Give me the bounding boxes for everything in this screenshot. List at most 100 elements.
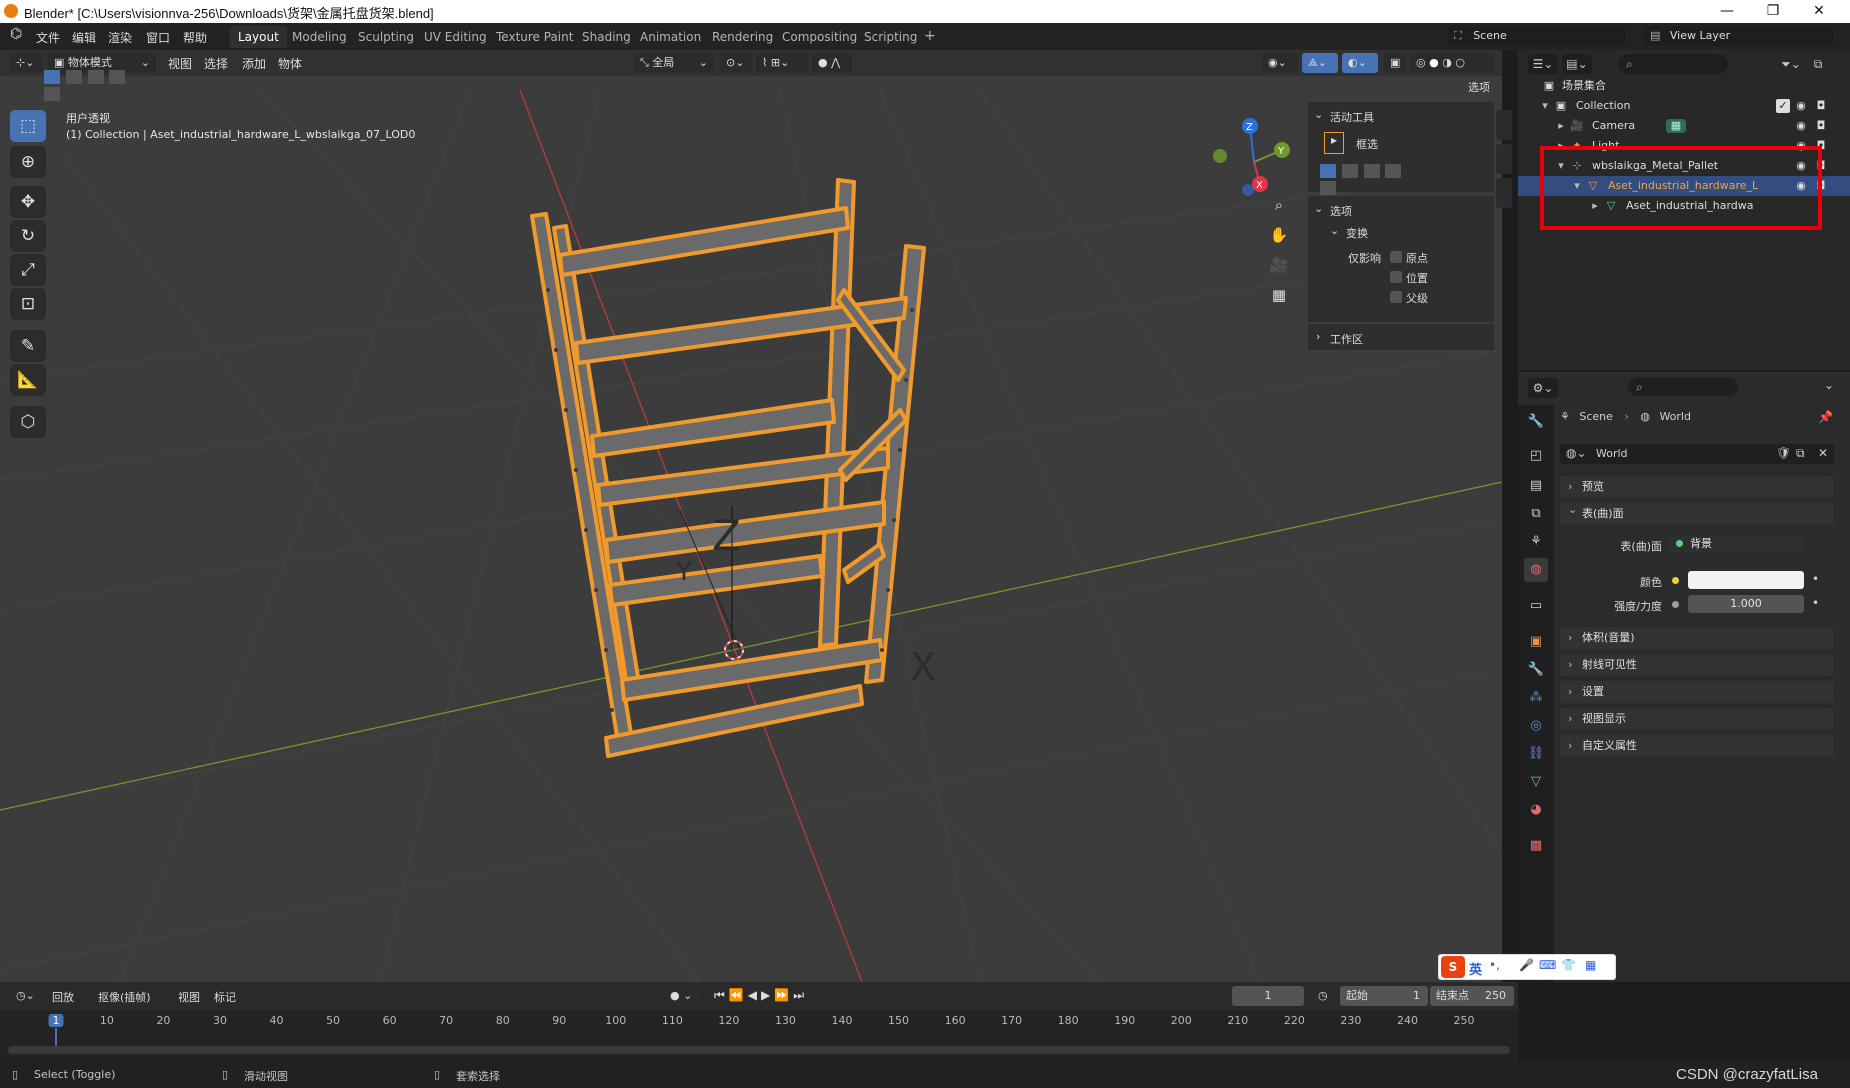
ime-toolbar[interactable]: S 英 •, 🎤 ⌨ 👕 ▦ bbox=[1438, 954, 1616, 980]
render-tab-icon[interactable]: ◰ bbox=[1524, 444, 1548, 468]
world-datablock-selector[interactable]: ◍⌄ World 🛡 ⧉ ✕ bbox=[1560, 444, 1834, 464]
shading-mode-buttons[interactable]: ◎ ● ◑ ○ bbox=[1410, 53, 1494, 73]
menu-help[interactable]: 帮助 bbox=[183, 29, 207, 46]
outliner-search-input[interactable]: ⌕ bbox=[1618, 54, 1728, 74]
chevron-down-icon[interactable]: ⌄ bbox=[1330, 224, 1339, 237]
xray-toggle-icon[interactable]: ▣ bbox=[1384, 53, 1406, 73]
gizmo-neg-y-icon[interactable] bbox=[1213, 149, 1227, 163]
options-title[interactable]: 选项 bbox=[1330, 203, 1352, 219]
keyframe-dot-icon[interactable]: • bbox=[1812, 596, 1819, 610]
outliner-row-camera[interactable]: ▸ 🎥 Camera ▦ ◉ ◘ bbox=[1518, 116, 1850, 136]
tool-settings-tab-icon[interactable]: 🔧 bbox=[1524, 410, 1548, 434]
select-box-icon[interactable]: ▸ bbox=[1324, 132, 1344, 154]
mode-subtract-icon[interactable] bbox=[1363, 164, 1380, 178]
texture-tab-icon[interactable]: ▩ bbox=[1524, 834, 1548, 858]
chevron-down-icon[interactable]: ▾ bbox=[1538, 99, 1552, 113]
chevron-down-icon[interactable]: ⌄ bbox=[1314, 108, 1323, 121]
tab-item[interactable] bbox=[1496, 110, 1512, 140]
zoom-icon[interactable]: ⌕ bbox=[1264, 192, 1294, 218]
menu-file[interactable]: 文件 bbox=[36, 29, 60, 46]
add-workspace-button[interactable]: + bbox=[916, 26, 944, 48]
wireframe-shading-icon[interactable]: ◎ bbox=[1416, 56, 1426, 69]
outliner-editor-type-icon[interactable]: ☰⌄ bbox=[1528, 54, 1558, 74]
editor-type-icon[interactable]: ⊹⌄ bbox=[10, 53, 42, 73]
tab-layout[interactable]: Layout bbox=[230, 26, 287, 48]
scale-tool-icon[interactable]: ⤢ bbox=[10, 254, 46, 286]
add-cube-tool-icon[interactable]: ⬡ bbox=[10, 406, 46, 438]
keyframe-dot-icon[interactable]: • bbox=[1812, 572, 1819, 586]
solid-shading-icon[interactable]: ● bbox=[1429, 56, 1439, 69]
camera-data-icon[interactable]: ▦ bbox=[1666, 119, 1686, 133]
ray-visibility-section[interactable]: 射线可见性 bbox=[1560, 654, 1834, 676]
rendered-shading-icon[interactable]: ○ bbox=[1455, 56, 1465, 69]
mode-invert-icon[interactable] bbox=[1385, 164, 1402, 178]
workspace-section[interactable]: › 工作区 bbox=[1308, 324, 1494, 350]
select-new-icon[interactable] bbox=[44, 70, 60, 84]
tab-tool[interactable] bbox=[1496, 144, 1512, 174]
jump-start-icon[interactable]: ⏮ bbox=[714, 988, 729, 1002]
select-extend-icon[interactable] bbox=[65, 70, 82, 84]
chevron-right-icon[interactable]: ▸ bbox=[1554, 119, 1568, 133]
menu-view[interactable]: 视图 bbox=[168, 55, 192, 72]
tab-uv-editing[interactable]: UV Editing bbox=[416, 26, 495, 48]
skin-shirt-icon[interactable]: 👕 bbox=[1561, 958, 1576, 972]
volume-section[interactable]: 体积(音量) bbox=[1560, 627, 1834, 649]
timeline-scrollbar[interactable] bbox=[8, 1046, 1510, 1054]
gizmo-neg-z-icon[interactable] bbox=[1242, 184, 1254, 196]
fake-user-icon[interactable]: 🛡 bbox=[1776, 446, 1791, 460]
constraints-tab-icon[interactable]: ⛓ bbox=[1524, 742, 1548, 766]
select-box-tool-icon[interactable]: ⬚ bbox=[10, 110, 46, 142]
chevron-down-icon[interactable]: ⌄ bbox=[1314, 202, 1323, 215]
rotate-tool-icon[interactable]: ↻ bbox=[10, 220, 46, 252]
scene-selector[interactable]: ⛶ Scene bbox=[1448, 26, 1626, 46]
material-tab-icon[interactable]: ◕ bbox=[1524, 798, 1548, 822]
select-subtract-icon[interactable] bbox=[87, 70, 104, 84]
menu-marker[interactable]: 标记 bbox=[214, 989, 236, 1005]
measure-tool-icon[interactable]: 📐 bbox=[10, 364, 46, 396]
particles-tab-icon[interactable]: ⁂ bbox=[1524, 686, 1548, 710]
current-frame-indicator[interactable]: 1 bbox=[48, 1014, 64, 1027]
custom-properties-section[interactable]: 自定义属性 bbox=[1560, 735, 1834, 757]
active-tool-title[interactable]: 活动工具 bbox=[1330, 109, 1374, 125]
parent-checkbox[interactable] bbox=[1390, 291, 1402, 303]
pan-hand-icon[interactable]: ✋ bbox=[1264, 222, 1294, 248]
tab-sculpting[interactable]: Sculpting bbox=[350, 26, 422, 48]
proportional-editing-icon[interactable]: ● ⋀ bbox=[812, 53, 852, 73]
perspective-grid-icon[interactable]: ▦ bbox=[1264, 282, 1294, 308]
view-layer-selector[interactable]: ▤ View Layer bbox=[1644, 26, 1834, 46]
transform-orientation-selector[interactable]: ⤡ 全局 ⌄ bbox=[634, 53, 714, 73]
play-reverse-icon[interactable]: ◀ bbox=[748, 988, 761, 1002]
gizmo-toggle-icon[interactable]: ⟁⌄ bbox=[1302, 53, 1338, 73]
settings-section[interactable]: 设置 bbox=[1560, 681, 1834, 703]
mode-intersect-icon[interactable] bbox=[1320, 181, 1336, 195]
camera-render-icon[interactable]: ◘ bbox=[1814, 99, 1828, 113]
current-frame-field[interactable]: 1 bbox=[1232, 986, 1304, 1006]
properties-editor-type-icon[interactable]: ⚙⌄ bbox=[1528, 378, 1558, 398]
jump-end-icon[interactable]: ⏭ bbox=[793, 988, 808, 1002]
toolbox-grid-icon[interactable]: ▦ bbox=[1585, 958, 1596, 972]
view-layer-tab-icon[interactable]: ⧉ bbox=[1524, 502, 1548, 526]
display-mode-icon[interactable]: ▤⌄ bbox=[1562, 54, 1592, 74]
menu-add[interactable]: 添加 bbox=[242, 55, 266, 72]
transform-title[interactable]: 变换 bbox=[1346, 225, 1368, 241]
start-frame-field[interactable]: 起始 1 bbox=[1340, 986, 1428, 1006]
ime-punctuation[interactable]: •, bbox=[1489, 958, 1500, 972]
visibility-icon[interactable]: ◉⌄ bbox=[1262, 53, 1298, 73]
menu-window[interactable]: 窗口 bbox=[146, 29, 170, 46]
mode-extend-icon[interactable] bbox=[1341, 164, 1358, 178]
filter-icon[interactable]: ⏷⌄ bbox=[1776, 54, 1806, 74]
blender-menu-icon[interactable]: ⌬ bbox=[10, 26, 22, 42]
maximize-button[interactable]: ❐ bbox=[1750, 0, 1796, 23]
origin-checkbox[interactable] bbox=[1390, 251, 1402, 263]
physics-tab-icon[interactable]: ◎ bbox=[1524, 714, 1548, 738]
data-tab-icon[interactable]: ▽ bbox=[1524, 770, 1548, 794]
viewport-options-button[interactable]: 选项 bbox=[1462, 78, 1502, 98]
end-frame-field[interactable]: 结束点 250 bbox=[1430, 986, 1514, 1006]
3d-viewport[interactable]: Z Y X ⊹⌄ ▣ 物体模式 ⌄ 视图 选择 添加 物体 ⤡ 全局 ⌄ ⊙⌄ … bbox=[0, 50, 1502, 982]
jump-keyframe-forward-icon[interactable]: ⏩ bbox=[774, 988, 793, 1002]
eye-icon[interactable]: ◉ bbox=[1794, 99, 1808, 113]
timeline-editor-type-icon[interactable]: ◷⌄ bbox=[10, 986, 40, 1006]
tab-view[interactable] bbox=[1496, 178, 1512, 208]
collection-tab-icon[interactable]: ▭ bbox=[1524, 594, 1548, 618]
checkbox-icon[interactable]: ✓ bbox=[1776, 99, 1790, 113]
